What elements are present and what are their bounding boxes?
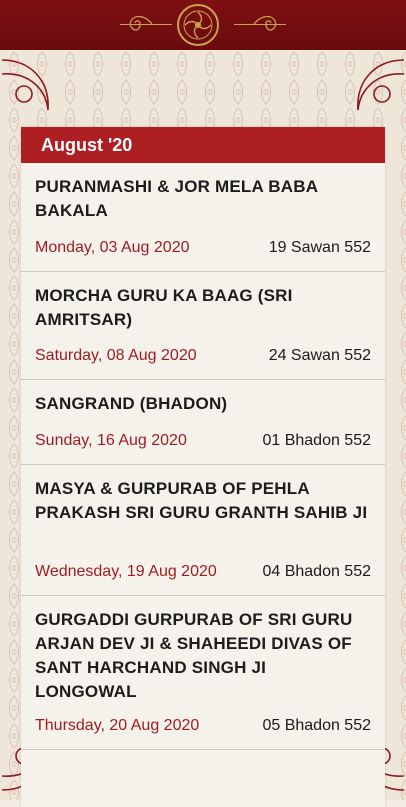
event-title: MORCHA GURU KA BAAG (SRI AMRITSAR) <box>35 286 293 329</box>
event-list-item[interactable]: SANGRAND (BHADON) Sunday, 16 Aug 2020 01… <box>21 380 385 465</box>
event-title: PURANMASHI & JOR MELA BABA BAKALA <box>35 177 318 220</box>
events-card: August '20 PURANMASHI & JOR MELA BABA BA… <box>21 127 385 807</box>
event-date: Wednesday, 19 Aug 2020 <box>35 563 217 580</box>
event-date: Saturday, 08 Aug 2020 <box>35 347 197 364</box>
event-date: Thursday, 20 Aug 2020 <box>35 717 200 734</box>
event-title: GURGADDI GURPURAB OF SRI GURU ARJAN DEV … <box>35 610 353 701</box>
event-list-item[interactable]: MORCHA GURU KA BAAG (SRI AMRITSAR) Satur… <box>21 272 385 380</box>
floral-swirl-left-icon <box>129 15 153 31</box>
top-bar <box>0 0 406 50</box>
event-title: MASYA & GURPURAB OF PEHLA PRAKASH SRI GU… <box>35 479 368 522</box>
event-list-item[interactable]: PURANMASHI & JOR MELA BABA BAKALA Monday… <box>21 163 385 272</box>
month-header: August '20 <box>21 127 385 163</box>
event-nanakshahi-date: 04 Bhadon 552 <box>262 563 371 580</box>
event-list-item[interactable]: GURGADDI GURPURAB OF SRI GURU ARJAN DEV … <box>21 596 385 750</box>
gold-divider-right <box>234 24 286 25</box>
event-nanakshahi-date: 24 Sawan 552 <box>268 347 371 364</box>
event-nanakshahi-date: 19 Sawan 552 <box>268 239 371 256</box>
event-title: SANGRAND (BHADON) <box>35 394 228 413</box>
event-date: Monday, 03 Aug 2020 <box>35 239 190 256</box>
event-nanakshahi-date: 05 Bhadon 552 <box>262 717 371 734</box>
event-nanakshahi-date: 01 Bhadon 552 <box>262 432 371 449</box>
ik-onkar-emblem-icon <box>177 4 219 46</box>
event-list-item[interactable]: MASYA & GURPURAB OF PEHLA PRAKASH SRI GU… <box>21 465 385 596</box>
event-date: Sunday, 16 Aug 2020 <box>35 432 187 449</box>
